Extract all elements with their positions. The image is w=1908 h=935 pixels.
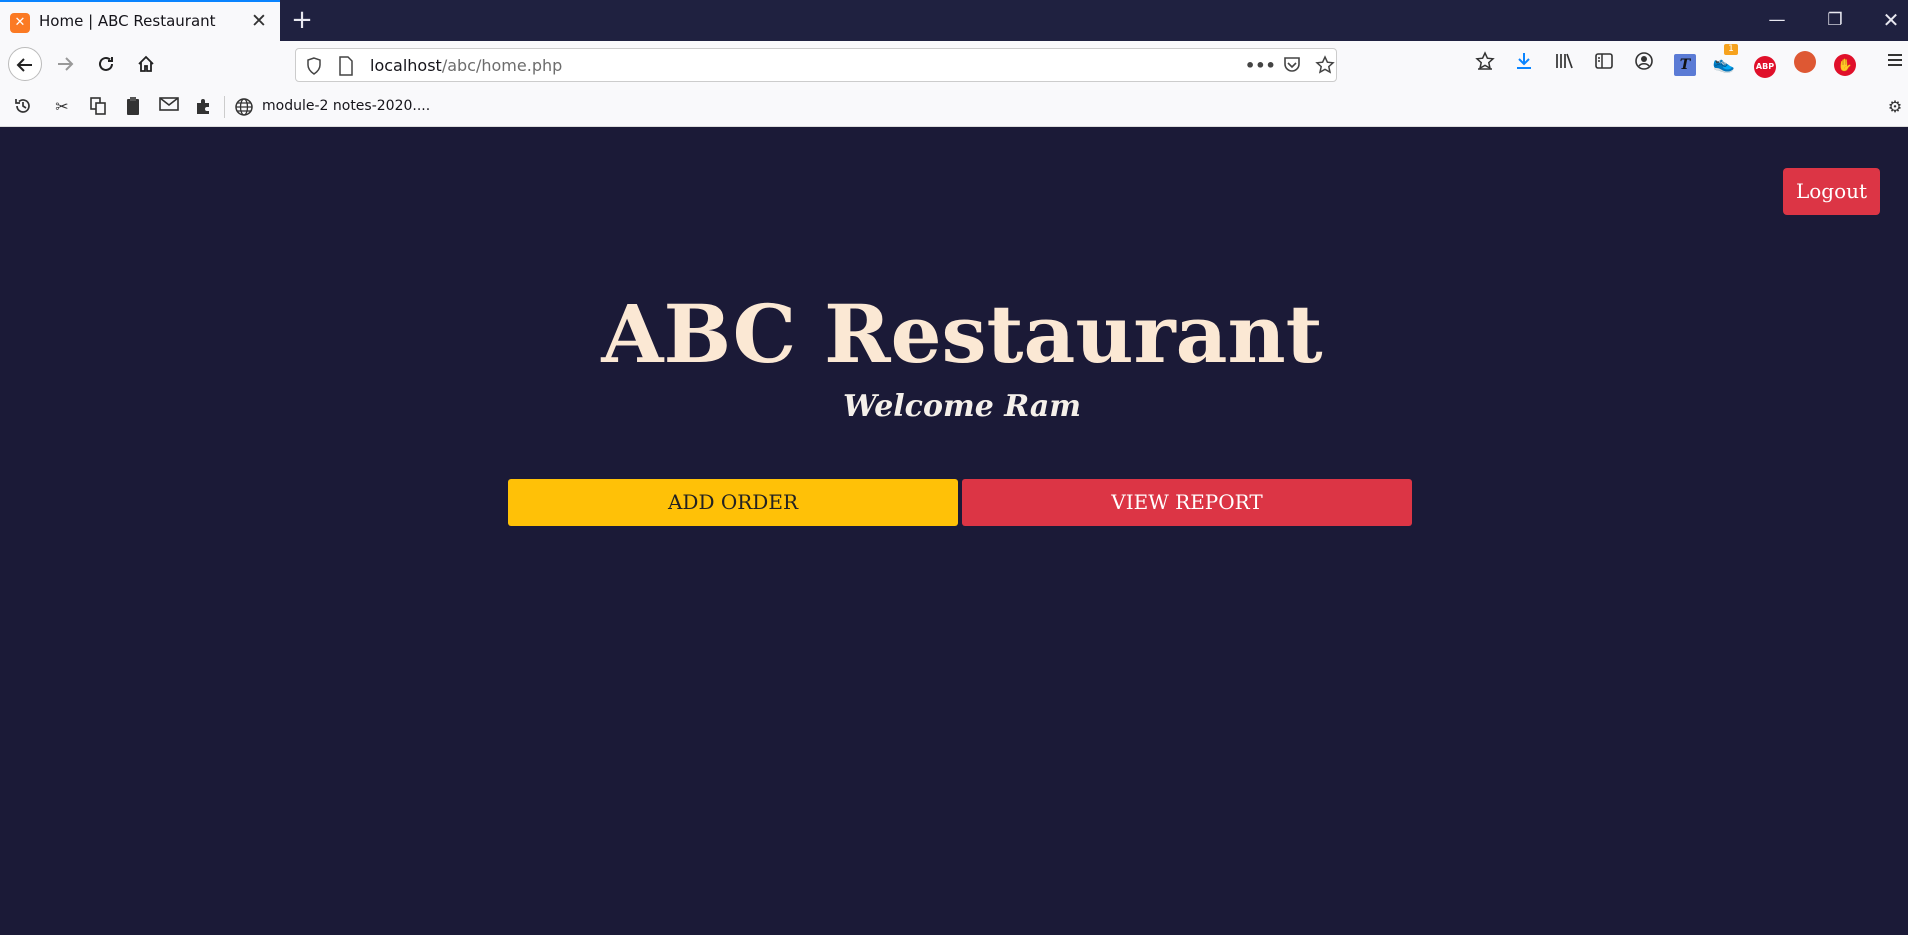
welcome-message: Welcome Ram	[842, 389, 1082, 424]
back-button[interactable]	[8, 47, 42, 81]
navigation-toolbar: localhost/abc/home.php ••• T 👟 1 ABP ✋	[0, 41, 1908, 86]
new-tab-button[interactable]: +	[288, 6, 316, 34]
page-actions-icon[interactable]: •••	[1245, 55, 1276, 77]
duckduckgo-icon[interactable]	[1792, 51, 1818, 77]
scissors-icon[interactable]: ✂	[51, 96, 73, 118]
arrow-left-icon	[16, 58, 32, 72]
forward-button[interactable]	[48, 47, 82, 81]
reload-icon	[99, 56, 113, 71]
notification-badge: 1	[1724, 44, 1738, 55]
gear-icon[interactable]: ⚙	[1884, 96, 1906, 118]
tab-strip: ✕ Home | ABC Restaurant ✕ + — ❐ ✕	[0, 0, 1908, 41]
shield-icon[interactable]	[306, 57, 322, 79]
bookmarks-star-list-icon[interactable]	[1472, 51, 1498, 77]
bookmark-separator	[224, 96, 225, 118]
reload-button[interactable]	[89, 47, 123, 81]
minimize-window-button[interactable]: —	[1754, 0, 1800, 41]
bookmarks-toolbar: ✂ module-2 notes-2020.... ⚙	[0, 86, 1908, 127]
tab-title: Home | ABC Restaurant	[39, 12, 216, 30]
bookmark-label: module-2 notes-2020....	[262, 98, 431, 114]
url-host: localhost	[370, 56, 442, 75]
home-button[interactable]	[129, 47, 163, 81]
copy-icon[interactable]	[87, 96, 109, 118]
library-icon[interactable]	[1551, 51, 1577, 77]
browser-tab-active[interactable]: ✕ Home | ABC Restaurant ✕	[0, 0, 280, 41]
url-text[interactable]: localhost/abc/home.php	[370, 56, 562, 75]
stop-hand-extension-icon[interactable]: ✋	[1832, 51, 1858, 77]
download-icon[interactable]	[1511, 51, 1537, 77]
home-icon	[138, 55, 154, 72]
shoe-extension-icon[interactable]: 👟 1	[1711, 44, 1738, 77]
view-report-button[interactable]: VIEW REPORT	[962, 479, 1412, 526]
globe-icon	[234, 97, 254, 121]
history-icon[interactable]	[12, 96, 34, 118]
page-body: Logout ABC Restaurant Welcome Ram ADD OR…	[0, 127, 1908, 935]
arrow-right-icon	[58, 57, 74, 71]
restore-window-button[interactable]: ❐	[1812, 0, 1858, 41]
hamburger-menu-icon[interactable]	[1882, 51, 1908, 77]
url-path: /abc/home.php	[441, 56, 563, 75]
close-window-button[interactable]: ✕	[1868, 0, 1908, 41]
page-info-icon[interactable]	[338, 56, 354, 80]
xampp-icon: ✕	[10, 13, 30, 33]
pocket-icon[interactable]	[1281, 55, 1303, 77]
page-title: ABC Restaurant	[601, 287, 1323, 381]
mail-icon[interactable]	[158, 96, 180, 118]
logout-button[interactable]: Logout	[1783, 168, 1880, 215]
adblock-plus-icon[interactable]: ABP	[1752, 51, 1778, 78]
translate-extension-icon[interactable]: T	[1672, 51, 1698, 77]
sidebar-icon[interactable]	[1591, 51, 1617, 77]
clipboard-icon[interactable]	[122, 96, 144, 118]
add-order-button[interactable]: ADD ORDER	[508, 479, 958, 526]
bookmark-star-icon[interactable]	[1314, 55, 1336, 77]
puzzle-extension-icon[interactable]	[193, 96, 215, 118]
account-icon[interactable]	[1631, 51, 1657, 77]
close-tab-icon[interactable]: ✕	[248, 10, 270, 32]
address-bar[interactable]: localhost/abc/home.php •••	[295, 48, 1337, 82]
